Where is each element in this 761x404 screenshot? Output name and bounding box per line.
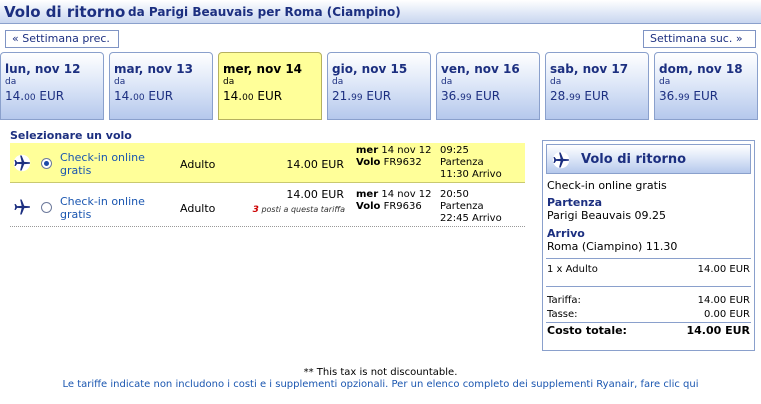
route-subtitle: da Parigi Beauvais per Roma (Ciampino) <box>128 5 401 19</box>
summary-header: Volo di ritorno <box>546 144 751 174</box>
day-name: gio, nov 15 <box>332 62 408 76</box>
day-from-label: da <box>114 77 126 87</box>
day-name: mar, nov 13 <box>114 62 193 76</box>
day-tab-3[interactable]: gio, nov 15 da 21.99 EUR <box>327 52 431 120</box>
plane-icon <box>13 154 31 172</box>
day-name: dom, nov 18 <box>659 62 743 76</box>
day-price: 21.99 EUR <box>332 89 392 103</box>
summary-title: Volo di ritorno <box>581 152 687 167</box>
day-name: ven, nov 16 <box>441 62 520 76</box>
divider <box>546 286 751 287</box>
summary-departure-label: Partenza <box>547 196 602 209</box>
tax-footnote: ** This tax is not discountable. <box>303 367 458 378</box>
day-from-label: da <box>659 77 671 87</box>
flight-select-radio[interactable] <box>41 202 52 213</box>
day-price: 14.00 EUR <box>5 89 65 103</box>
day-price: 28.99 EUR <box>550 89 610 103</box>
divider <box>546 258 751 259</box>
checkin-online-link[interactable]: Check-in online gratis <box>60 151 165 177</box>
plane-icon <box>13 198 31 216</box>
day-tab-5[interactable]: sab, nov 17 da 28.99 EUR <box>545 52 649 120</box>
summary-arrival-label: Arrivo <box>547 227 585 240</box>
flight-select-radio[interactable] <box>41 158 52 169</box>
previous-week-button[interactable]: « Settimana prec. <box>5 30 119 48</box>
seats-remaining: 3 posti a questa tariffa <box>252 205 345 215</box>
page-header: Volo di ritorno da Parigi Beauvais per R… <box>0 0 761 24</box>
summary-total-row: Costo totale: 14.00 EUR <box>547 324 750 337</box>
summary-checkin: Check-in online gratis <box>547 179 667 192</box>
day-name: sab, nov 17 <box>550 62 629 76</box>
day-from-label: da <box>223 77 235 87</box>
summary-tax-row: Tasse: 0.00 EUR <box>547 309 750 320</box>
flight-price: 14.00 EUR <box>286 188 344 201</box>
day-from-label: da <box>332 77 344 87</box>
day-from-label: da <box>5 77 17 87</box>
day-tab-0[interactable]: lun, nov 12 da 14.00 EUR <box>0 52 104 120</box>
day-tab-4[interactable]: ven, nov 16 da 36.99 EUR <box>436 52 540 120</box>
page-title: Volo di ritorno <box>4 3 126 21</box>
supplements-link[interactable]: Le tariffe indicate non includono i cost… <box>0 379 761 390</box>
plane-icon <box>552 151 570 169</box>
passenger-type: Adulto <box>180 202 216 215</box>
summary-departure-value: Parigi Beauvais 09.25 <box>547 209 667 222</box>
summary-arrival-value: Roma (Ciampino) 11.30 <box>547 240 678 253</box>
booking-summary: Volo di ritorno Check-in online gratis P… <box>542 140 755 351</box>
day-price: 36.99 EUR <box>659 89 719 103</box>
next-week-button[interactable]: Settimana suc. » <box>643 30 756 48</box>
select-flight-title: Selezionare un volo <box>10 129 132 142</box>
day-tab-1[interactable]: mar, nov 13 da 14.00 EUR <box>109 52 213 120</box>
day-name: mer, nov 14 <box>223 62 303 76</box>
divider <box>546 322 751 323</box>
day-price: 14.00 EUR <box>223 89 283 103</box>
summary-passenger-row: 1 x Adulto 14.00 EUR <box>547 264 750 275</box>
day-price: 36.99 EUR <box>441 89 501 103</box>
passenger-type: Adulto <box>180 158 216 171</box>
flight-price: 14.00 EUR <box>286 158 344 171</box>
summary-fare-row: Tariffa: 14.00 EUR <box>547 295 750 306</box>
day-price: 14.00 EUR <box>114 89 174 103</box>
day-from-label: da <box>441 77 453 87</box>
day-name: lun, nov 12 <box>5 62 81 76</box>
flight-row[interactable]: Check-in online gratis Adulto 14.00 EUR … <box>10 143 525 183</box>
day-tab-2[interactable]: mer, nov 14 da 14.00 EUR <box>218 52 322 120</box>
day-from-label: da <box>550 77 562 87</box>
checkin-online-link[interactable]: Check-in online gratis <box>60 195 165 221</box>
flight-row[interactable]: Check-in online gratis Adulto 14.00 EUR … <box>10 187 525 227</box>
day-tab-6[interactable]: dom, nov 18 da 36.99 EUR <box>654 52 758 120</box>
day-tabs: lun, nov 12 da 14.00 EUR mar, nov 13 da … <box>0 52 761 120</box>
